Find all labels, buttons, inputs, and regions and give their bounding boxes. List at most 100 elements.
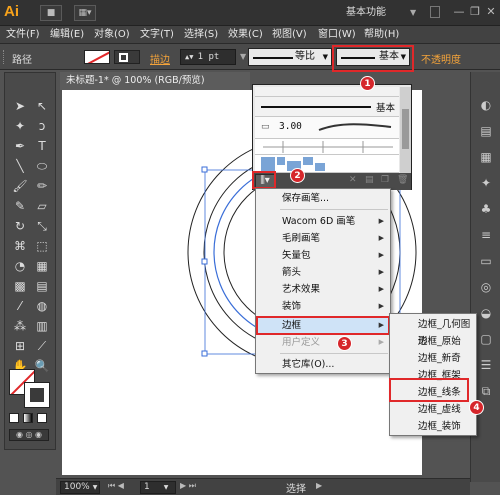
pen-tool-icon[interactable]: ✒ (11, 137, 29, 155)
menu-item-arrows[interactable]: 箭头 ▶ (256, 264, 390, 281)
column-graph-tool-icon[interactable]: ▥ (33, 317, 51, 335)
width-tool-icon[interactable]: ⌘ (11, 237, 29, 255)
layers-panel-icon[interactable]: ☰ (476, 356, 496, 374)
symbols-panel-icon[interactable]: ♣ (476, 200, 496, 218)
brush-row-scatter[interactable] (255, 139, 399, 155)
menu-item-borders[interactable]: 边框 ▶ (256, 317, 390, 334)
scale-tool-icon[interactable]: ⤡ (33, 217, 51, 235)
close-icon[interactable]: ✕ (484, 4, 498, 20)
menu-item-other-library[interactable]: 其它库(O)... (256, 356, 390, 373)
document-tab[interactable]: 未标题-1* @ 100% (RGB/预览) (60, 72, 250, 90)
pencil-tool-icon[interactable]: ✏ (33, 177, 51, 195)
menu-effect[interactable]: 效果(C) (228, 26, 263, 44)
rotate-tool-icon[interactable]: ↻ (11, 217, 29, 235)
scrollbar-thumb[interactable] (402, 109, 409, 149)
line-tool-icon[interactable]: ╲ (11, 157, 29, 175)
brushes-panel-icon[interactable]: ✦ (476, 174, 496, 192)
stroke-link[interactable]: 描边 (150, 51, 170, 66)
none-mode-icon[interactable] (37, 413, 47, 423)
menu-view[interactable]: 视图(V) (272, 26, 307, 44)
menu-object[interactable]: 对象(O) (94, 26, 130, 44)
paintbrush-tool-icon[interactable]: 🖌 (11, 177, 29, 195)
graphic-styles-icon[interactable]: ▢ (476, 330, 496, 348)
search-icon[interactable] (430, 6, 440, 18)
status-menu-arrow-icon[interactable]: ▶ (316, 481, 322, 490)
minimize-icon[interactable]: — (452, 4, 466, 20)
gradient-mode-icon[interactable] (23, 413, 33, 423)
remove-stroke-icon[interactable]: ✕ (349, 175, 357, 185)
blob-brush-tool-icon[interactable]: ✎ (11, 197, 29, 215)
brush-row-calligraphic[interactable]: ▭ 3.00 (255, 117, 399, 139)
menu-item-artistic[interactable]: 艺术效果 ▶ (256, 281, 390, 298)
variable-width-profile-dropdown[interactable]: 等比 ▼ (248, 48, 332, 66)
menu-item-label: 箭头 (282, 267, 302, 278)
selection-tool-icon[interactable]: ➤ (11, 97, 29, 115)
magic-wand-tool-icon[interactable]: ✦ (11, 117, 29, 135)
type-tool-icon[interactable]: T (33, 137, 51, 155)
stroke-color-box[interactable] (24, 382, 50, 408)
ellipse-tool-icon[interactable]: ⬭ (33, 157, 51, 175)
restore-icon[interactable]: ❐ (468, 4, 482, 20)
brush-options-icon[interactable]: ▤ (365, 175, 374, 185)
submenu-item[interactable]: 边框_几何图形 (390, 316, 476, 347)
brush-libraries-menu: 保存画笔... Wacom 6D 画笔 ▶ 毛刷画笔 ▶ 矢量包 ▶ 箭头 ▶ 艺术效果… (255, 188, 391, 374)
artboards-panel-icon[interactable]: ⧉ (476, 382, 496, 400)
menu-item-bristle[interactable]: 毛刷画笔 ▶ (256, 230, 390, 247)
menu-window[interactable]: 窗口(W) (318, 26, 356, 44)
zoom-tool-icon[interactable]: 🔍 (33, 357, 51, 375)
bridge-icon[interactable]: ■ (40, 5, 62, 21)
menu-item-decorative[interactable]: 装饰 ▶ (256, 298, 390, 315)
menu-item-save-brushes[interactable]: 保存画笔... (256, 190, 390, 207)
menu-edit[interactable]: 编辑(E) (50, 26, 84, 44)
stroke-panel-icon[interactable]: ≡ (476, 226, 496, 244)
symbol-sprayer-tool-icon[interactable]: ⁂ (11, 317, 29, 335)
menu-help[interactable]: 帮助(H) (364, 26, 399, 44)
perspective-grid-tool-icon[interactable]: ▦ (33, 257, 51, 275)
artboard-tool-icon[interactable]: ⊞ (11, 337, 29, 355)
brush-row[interactable] (255, 87, 399, 97)
eraser-tool-icon[interactable]: ▱ (33, 197, 51, 215)
slice-tool-icon[interactable]: ⟋ (33, 337, 51, 355)
menu-type[interactable]: 文字(T) (140, 26, 174, 44)
shape-builder-tool-icon[interactable]: ◔ (11, 257, 29, 275)
menu-select[interactable]: 选择(S) (184, 26, 218, 44)
chevron-down-icon[interactable]: ▼ (240, 52, 248, 62)
delete-brush-icon[interactable]: 🗑 (397, 175, 408, 185)
draw-mode-icon[interactable]: ◉ ◎ ◉ (9, 429, 49, 441)
stroke-weight-field[interactable]: ▲▼ 1 pt (180, 49, 236, 65)
gradient-panel-icon[interactable]: ▭ (476, 252, 496, 270)
menu-file[interactable]: 文件(F) (6, 26, 40, 44)
mesh-tool-icon[interactable]: ▩ (11, 277, 29, 295)
opacity-link[interactable]: 不透明度 (421, 51, 461, 66)
appearance-panel-icon[interactable]: ◒ (476, 304, 496, 322)
menu-item-vector-packs[interactable]: 矢量包 ▶ (256, 247, 390, 264)
zoom-level-field[interactable]: 100% ▼ (60, 481, 100, 494)
first-artboard-icon[interactable]: ⏮ ◀ (108, 481, 124, 491)
artboard-number-field[interactable]: 1 ▼ (140, 481, 176, 494)
stroke-swatch[interactable] (114, 50, 140, 64)
submenu-item[interactable]: 边框_原始 (390, 333, 476, 350)
next-artboard-icon[interactable]: ▶ ⏭ (180, 481, 196, 491)
brush-row-pattern[interactable] (255, 155, 399, 173)
menu-item-wacom[interactable]: Wacom 6D 画笔 ▶ (256, 213, 390, 230)
submenu-item[interactable]: 边框_新奇 (390, 350, 476, 367)
chevron-down-icon[interactable]: ▼ (410, 4, 422, 22)
stepper-icon[interactable]: ▲▼ (185, 53, 198, 61)
arrange-documents-icon[interactable]: ▦▾ (74, 5, 96, 21)
blend-tool-icon[interactable]: ◍ (33, 297, 51, 315)
brush-row-basic[interactable]: 基本 (255, 97, 399, 117)
eyedropper-tool-icon[interactable]: ⁄ (11, 297, 29, 315)
swatches-panel-icon[interactable]: ▦ (476, 148, 496, 166)
fill-swatch[interactable] (84, 50, 110, 64)
new-brush-icon[interactable]: ❐ (381, 175, 389, 185)
color-mode-icon[interactable] (9, 413, 19, 423)
free-transform-tool-icon[interactable]: ⬚ (33, 237, 51, 255)
submenu-item[interactable]: 边框_装饰 (390, 418, 476, 435)
submenu-item[interactable]: 边框_虚线 (390, 401, 476, 418)
lasso-tool-icon[interactable]: ↄ (33, 117, 51, 135)
color-guide-icon[interactable]: ▤ (476, 122, 496, 140)
transparency-panel-icon[interactable]: ◎ (476, 278, 496, 296)
gradient-tool-icon[interactable]: ▤ (33, 277, 51, 295)
direct-selection-tool-icon[interactable]: ↖ (33, 97, 51, 115)
color-panel-icon[interactable]: ◐ (476, 96, 496, 114)
